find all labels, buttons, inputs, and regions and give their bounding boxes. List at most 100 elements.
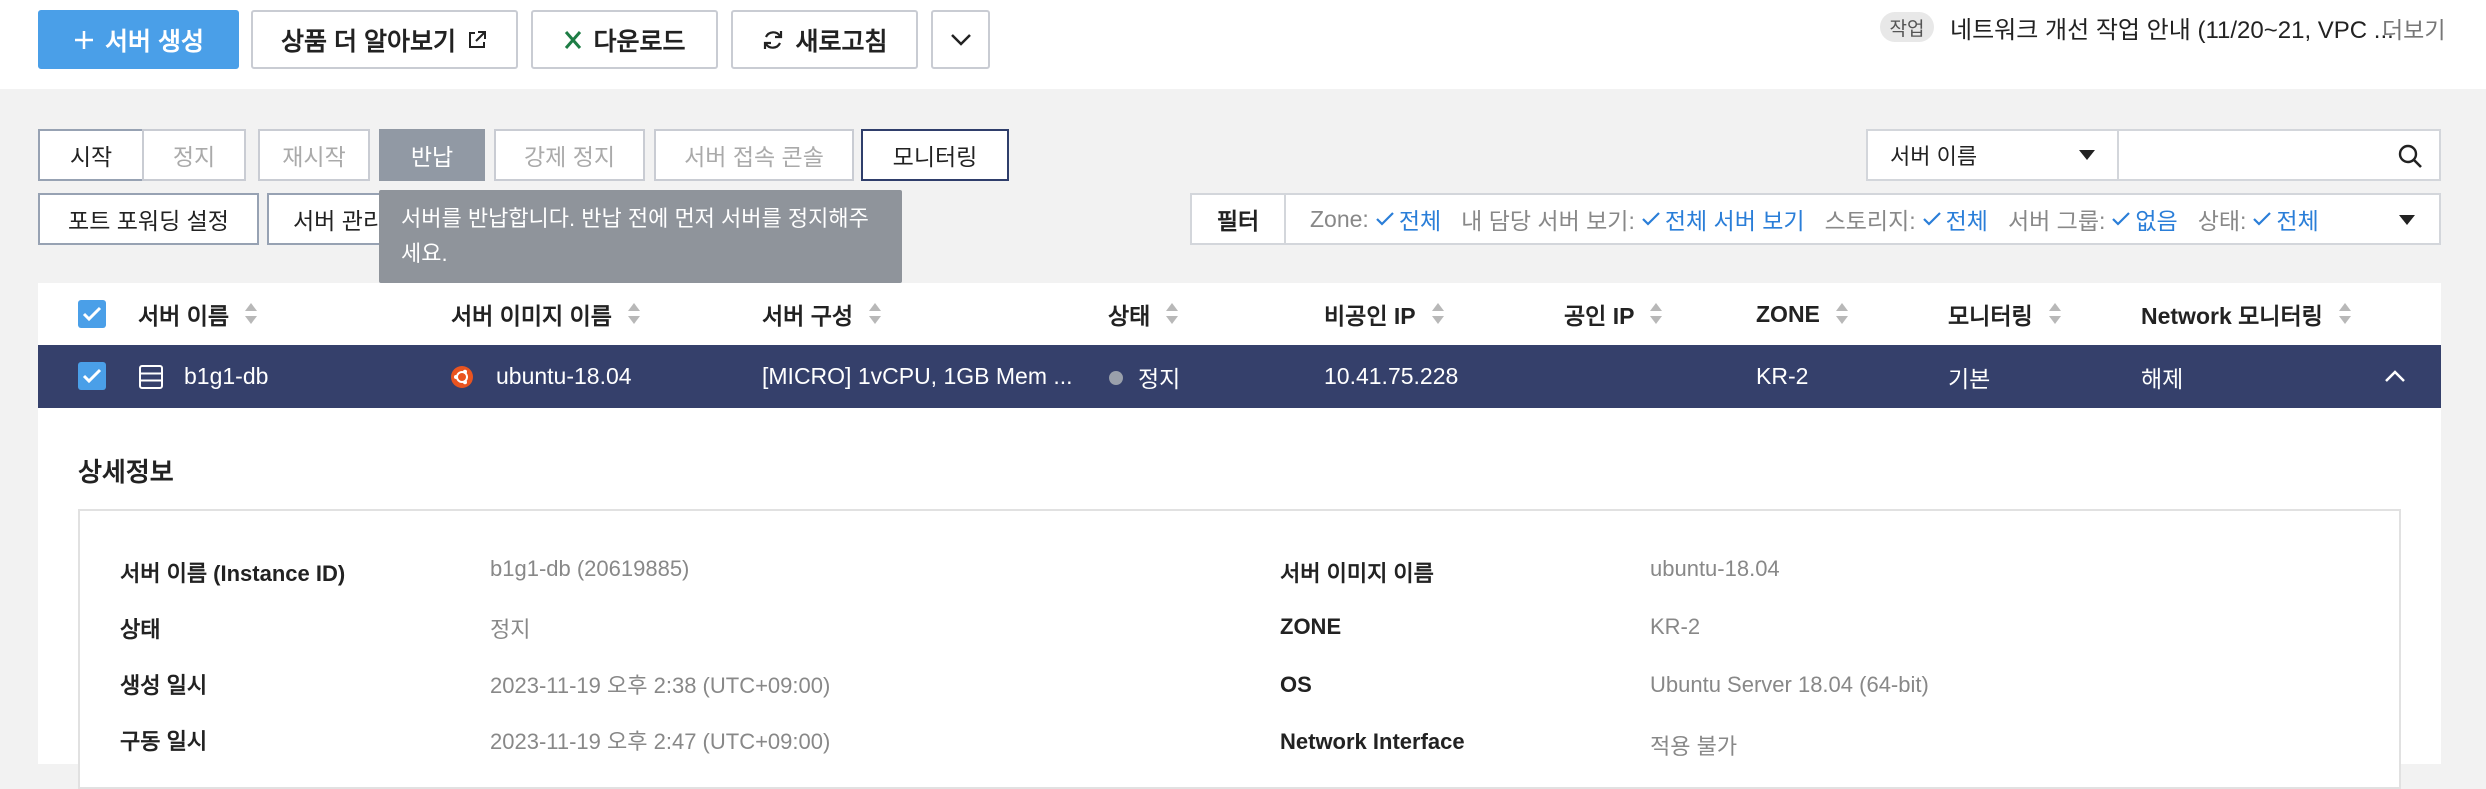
row-zone: KR-2 (1756, 363, 1809, 389)
checkmark-icon (82, 368, 102, 384)
sort-icon (1650, 303, 1663, 325)
search-field-select[interactable]: 서버 이름 (1866, 129, 2119, 181)
col-image-name-label: 서버 이미지 이름 (451, 303, 612, 329)
filter-owner-label: 내 담당 서버 보기: (1461, 208, 1635, 234)
return-tooltip: 서버를 반납합니다. 반납 전에 먼저 서버를 정지해주세요. (379, 190, 902, 283)
col-status[interactable]: 상태 (1108, 283, 1179, 345)
detail-key: Network Interface (1280, 729, 1465, 754)
row-monitoring: 기본 (1948, 365, 1991, 392)
external-link-icon (468, 30, 486, 48)
more-dropdown-button[interactable] (931, 10, 990, 69)
server-icon (139, 365, 163, 389)
row-status: 정지 (1138, 365, 1181, 392)
chevron-down-icon (950, 33, 971, 46)
table-row[interactable]: b1g1-db ubuntu-18.04 [MICRO] 1vCPU, 1GB … (38, 345, 2441, 408)
col-image-name[interactable]: 서버 이미지 이름 (451, 283, 640, 345)
detail-key: 구동 일시 (120, 729, 208, 754)
col-spec-label: 서버 구성 (762, 303, 854, 329)
notice-badge: 작업 (1880, 12, 1934, 42)
create-server-button[interactable]: 서버 생성 (38, 10, 239, 69)
filter-zone-value[interactable]: 전체 (1375, 202, 1441, 236)
filter-owner-text: 전체 서버 보기 (1664, 208, 1805, 234)
detail-value: 2023-11-19 오후 2:47 (UTC+09:00) (490, 729, 831, 754)
detail-value: KR-2 (1650, 614, 1701, 639)
detail-value: 적용 불가 (1650, 734, 1738, 759)
sort-icon (1166, 303, 1179, 325)
col-status-label: 상태 (1108, 303, 1151, 329)
filter-storage-value[interactable]: 전체 (1922, 202, 1988, 236)
row-private-ip: 10.41.75.228 (1324, 363, 1459, 389)
stop-button[interactable]: 정지 (142, 129, 246, 181)
return-button[interactable]: 반납 (379, 129, 485, 181)
col-private-ip-label: 비공인 IP (1324, 303, 1416, 329)
col-public-ip[interactable]: 공인 IP (1564, 283, 1663, 345)
col-server-name[interactable]: 서버 이름 (138, 283, 258, 345)
ubuntu-icon (451, 366, 473, 388)
col-monitoring[interactable]: 모니터링 (1948, 283, 2061, 345)
filter-owner-value[interactable]: 전체 서버 보기 (1641, 202, 1805, 236)
chevron-up-icon[interactable] (2384, 369, 2406, 383)
filter-zone-label: Zone: (1310, 205, 1369, 232)
detail-value: 2023-11-19 오후 2:38 (UTC+09:00) (490, 673, 831, 698)
filter-zone-text: 전체 (1398, 208, 1442, 234)
console-button[interactable]: 서버 접속 콘솔 (654, 129, 854, 181)
download-label: 다운로드 (593, 27, 686, 56)
detail-key: 생성 일시 (120, 673, 208, 698)
notice-more-link[interactable]: 더보기 (2382, 11, 2445, 45)
checkmark-icon (82, 306, 102, 322)
row-checkbox[interactable] (78, 362, 106, 390)
filter-status-label: 상태: (2197, 208, 2247, 234)
excel-icon (565, 30, 582, 49)
search-input[interactable] (2117, 129, 2441, 181)
detail-key: 서버 이미지 이름 (1280, 561, 1434, 586)
row-server-name[interactable]: b1g1-db (184, 345, 268, 408)
filter-button[interactable]: 필터 (1192, 195, 1286, 243)
filter-storage-label: 스토리지: (1824, 208, 1916, 234)
start-button[interactable]: 시작 (38, 129, 144, 181)
refresh-icon (764, 30, 783, 49)
refresh-button[interactable]: 새로고침 (731, 10, 918, 69)
col-zone[interactable]: ZONE (1756, 283, 1848, 345)
filter-status-text: 전체 (2276, 208, 2319, 234)
learn-more-button[interactable]: 상품 더 알아보기 (251, 10, 518, 69)
port-forwarding-button[interactable]: 포트 포워딩 설정 (38, 193, 259, 245)
check-icon (1922, 212, 1941, 226)
sort-icon (245, 303, 258, 325)
search-field-value: 서버 이름 (1890, 144, 1978, 169)
detail-value: 정지 (490, 617, 531, 642)
col-public-ip-label: 공인 IP (1564, 303, 1635, 329)
detail-value: Ubuntu Server 18.04 (64-bit) (1650, 672, 1929, 697)
col-network-monitoring[interactable]: Network 모니터링 (2141, 283, 2351, 345)
sort-icon (627, 303, 640, 325)
monitoring-button[interactable]: 모니터링 (861, 129, 1009, 181)
col-server-name-label: 서버 이름 (138, 303, 230, 329)
detail-value: ubuntu-18.04 (1650, 556, 1780, 581)
filter-group-label: 서버 그룹: (2007, 208, 2106, 234)
select-all-checkbox[interactable] (78, 300, 106, 328)
sort-icon (1835, 303, 1848, 325)
col-private-ip[interactable]: 비공인 IP (1324, 283, 1444, 345)
filter-group-value[interactable]: 없음 (2111, 202, 2178, 236)
force-stop-button[interactable]: 강제 정지 (494, 129, 645, 181)
filter-expand-icon[interactable] (2399, 215, 2415, 225)
sort-icon (1431, 303, 1444, 325)
search-icon[interactable] (2397, 143, 2423, 169)
check-icon (2112, 212, 2131, 226)
refresh-label: 새로고침 (795, 27, 888, 56)
top-toolbar: 서버 생성 상품 더 알아보기 다운로드 새로고침 작업 네트워크 개선 작업 … (0, 0, 2486, 89)
restart-button[interactable]: 재시작 (258, 129, 370, 181)
caret-down-icon (2079, 150, 2095, 160)
detail-value: b1g1-db (20619885) (490, 556, 690, 581)
notice-text[interactable]: 네트워크 개선 작업 안내 (11/20~21, VPC ... (1950, 10, 2394, 45)
col-network-monitoring-label: Network 모니터링 (2141, 303, 2323, 329)
col-zone-label: ZONE (1756, 300, 1820, 327)
download-button[interactable]: 다운로드 (531, 10, 718, 69)
filter-status-value[interactable]: 전체 (2252, 202, 2319, 236)
detail-box (78, 509, 2401, 789)
filter-storage-text: 전체 (1945, 208, 1988, 234)
sort-icon (2338, 303, 2351, 325)
sort-icon (869, 303, 882, 325)
table-header: 서버 이름 서버 이미지 이름 서버 구성 상태 비공인 IP 공인 IP ZO… (38, 283, 2441, 346)
col-spec[interactable]: 서버 구성 (762, 283, 882, 345)
create-server-label: 서버 생성 (105, 27, 204, 56)
